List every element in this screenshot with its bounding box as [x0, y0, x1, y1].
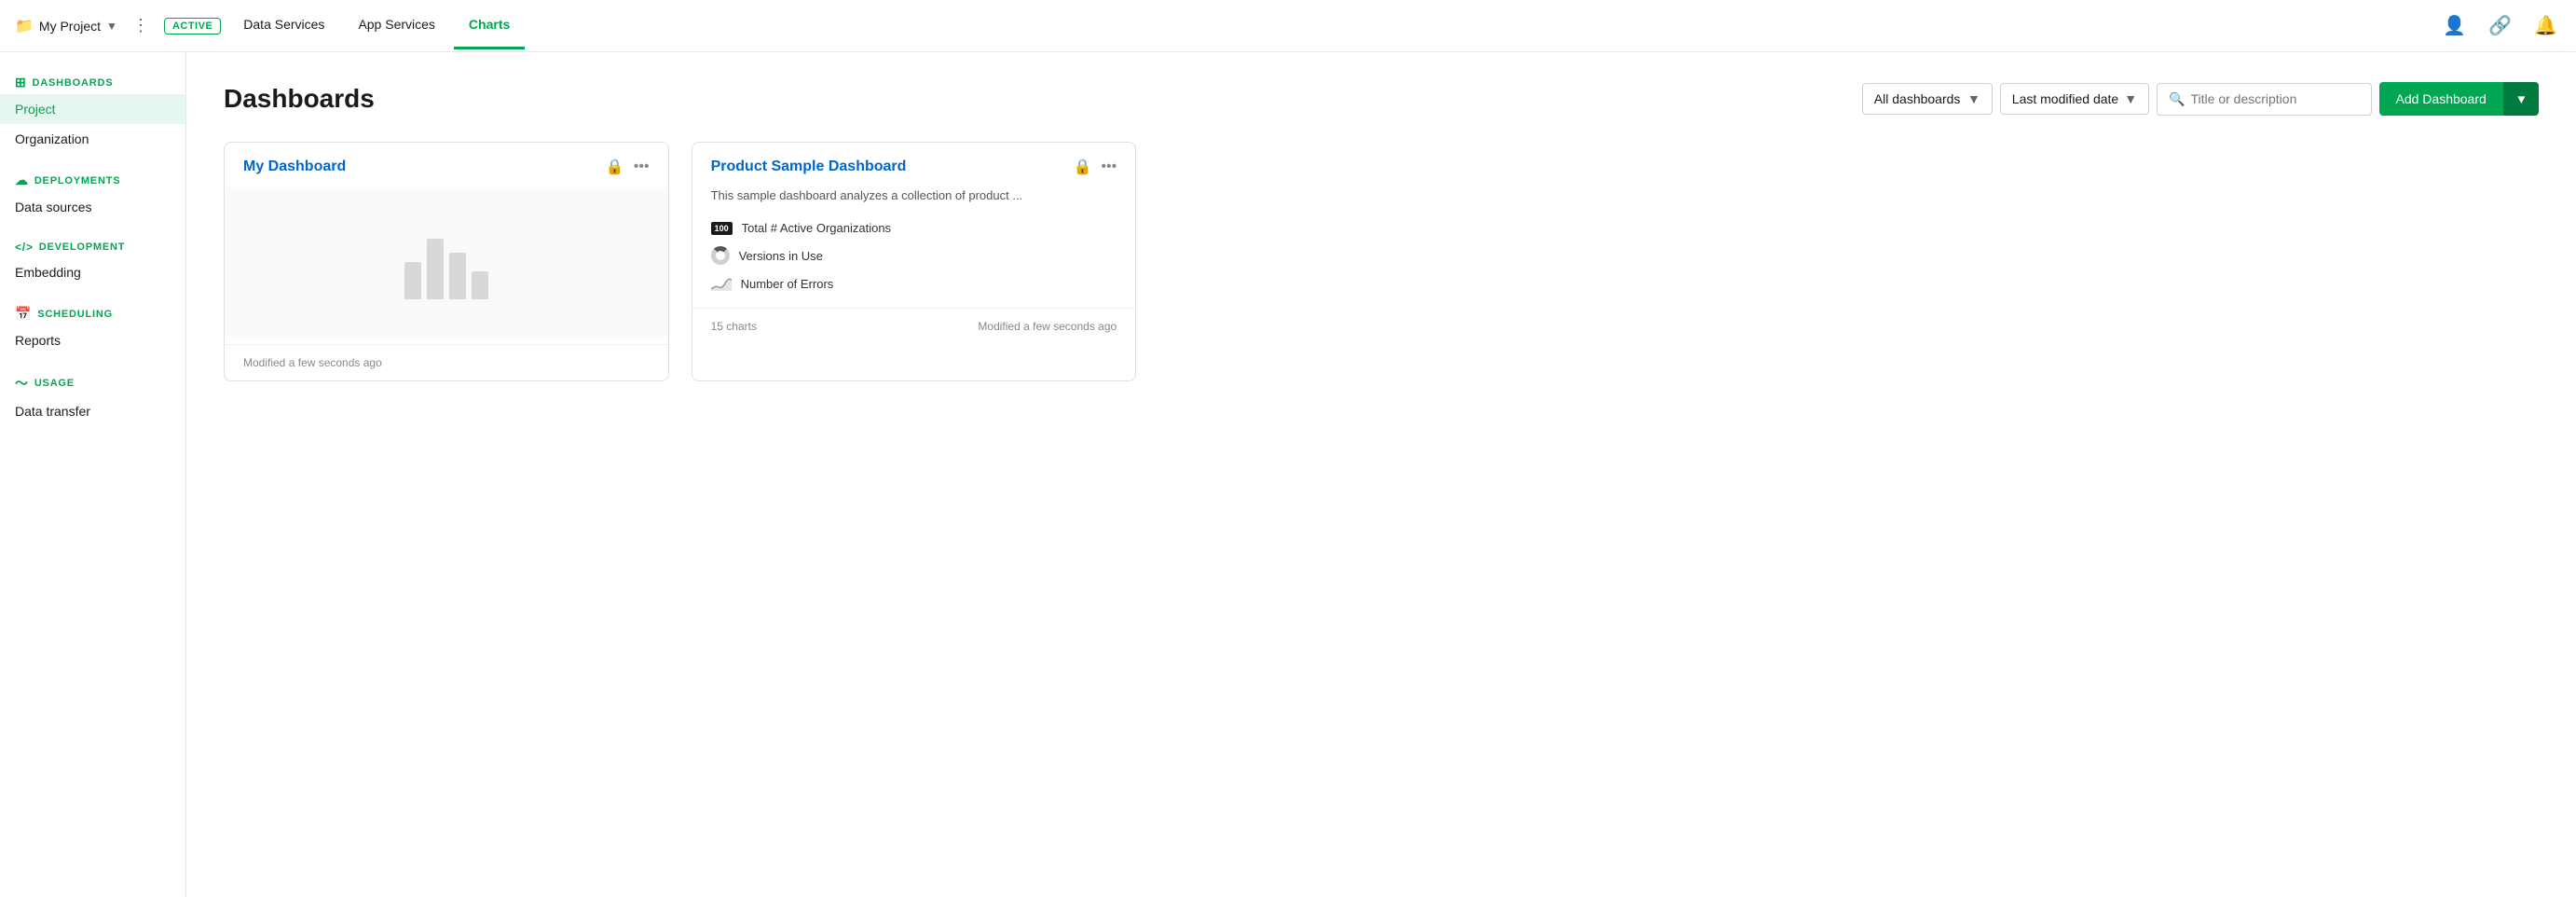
cards-grid: My Dashboard 🔒 ••• Modified a few	[224, 142, 2539, 381]
deployments-section-icon: ☁	[15, 172, 29, 188]
date-filter[interactable]: Last modified date ▼	[2000, 83, 2149, 115]
date-filter-label: Last modified date	[2012, 91, 2118, 106]
usage-section-icon: 〜	[15, 374, 29, 393]
metric-label-total-orgs: Total # Active Organizations	[742, 221, 891, 235]
donut-icon-versions	[711, 246, 730, 265]
card-modified-my-dashboard: Modified a few seconds ago	[243, 356, 382, 369]
dashboard-card-my-dashboard[interactable]: My Dashboard 🔒 ••• Modified a few	[224, 142, 669, 381]
page-title: Dashboards	[224, 84, 1847, 114]
more-icon-product-sample[interactable]: •••	[1101, 159, 1117, 175]
search-input[interactable]	[2191, 91, 2360, 106]
sidebar-item-project[interactable]: Project	[0, 94, 185, 124]
development-section-label: DEVELOPMENT	[39, 242, 126, 253]
share-icon-button[interactable]: 🔗	[2485, 10, 2515, 41]
sidebar: ⊞ DASHBOARDS Project Organization ☁ DEPL…	[0, 52, 186, 897]
metric-errors: Number of Errors	[711, 270, 1117, 297]
metric-total-orgs: 100 Total # Active Organizations	[711, 215, 1117, 241]
all-dashboards-filter[interactable]: All dashboards ▼	[1862, 83, 1993, 115]
sidebar-section-usage: 〜 USAGE	[0, 366, 185, 396]
usage-section-label: USAGE	[34, 378, 75, 389]
card-description-product-sample: This sample dashboard analyzes a collect…	[692, 187, 1136, 215]
page-header: Dashboards All dashboards ▼ Last modifie…	[224, 82, 2539, 116]
add-dashboard-button[interactable]: Add Dashboard	[2379, 82, 2503, 116]
sidebar-item-reports[interactable]: Reports	[0, 325, 185, 355]
metric-label-versions: Versions in Use	[739, 249, 823, 263]
notification-icon-button[interactable]: 🔔	[2530, 10, 2561, 41]
area-icon-errors	[711, 276, 732, 291]
more-options-button[interactable]: ⋮	[125, 12, 157, 39]
search-box[interactable]: 🔍	[2157, 83, 2371, 116]
nav-link-app-services[interactable]: App Services	[343, 2, 449, 49]
card-header-my-dashboard: My Dashboard 🔒 •••	[225, 143, 668, 187]
sidebar-item-embedding[interactable]: Embedding	[0, 257, 185, 287]
card-actions-my-dashboard: 🔒 •••	[606, 158, 650, 176]
bar-chart-placeholder	[404, 225, 488, 299]
user-icon-button[interactable]: 👤	[2439, 10, 2470, 41]
filter-bar: All dashboards ▼ Last modified date ▼ 🔍 …	[1862, 82, 2539, 116]
sidebar-section-scheduling: 📅 SCHEDULING	[0, 298, 185, 325]
lock-icon-my-dashboard: 🔒	[606, 158, 624, 176]
nav-link-data-services[interactable]: Data Services	[228, 2, 339, 49]
card-title-my-dashboard: My Dashboard	[243, 159, 346, 175]
search-icon: 🔍	[2169, 91, 2185, 107]
card-modified-product-sample: Modified a few seconds ago	[978, 320, 1117, 333]
top-nav: 📁 My Project ▼ ⋮ ACTIVE Data Services Ap…	[0, 0, 2576, 52]
add-dashboard-label: Add Dashboard	[2396, 91, 2487, 106]
dashboard-card-product-sample[interactable]: Product Sample Dashboard 🔒 ••• This samp…	[692, 142, 1137, 381]
metric-label-errors: Number of Errors	[741, 277, 834, 291]
sidebar-item-data-transfer[interactable]: Data transfer	[0, 396, 185, 426]
card-charts-count: 15 charts	[711, 320, 757, 333]
nav-links: Data Services App Services Charts	[228, 2, 525, 49]
layout: ⊞ DASHBOARDS Project Organization ☁ DEPL…	[0, 52, 2576, 897]
sidebar-item-data-sources[interactable]: Data sources	[0, 192, 185, 222]
sidebar-section-deployments: ☁ DEPLOYMENTS	[0, 165, 185, 192]
card-header-product-sample: Product Sample Dashboard 🔒 •••	[692, 143, 1136, 187]
sidebar-item-organization[interactable]: Organization	[0, 124, 185, 154]
scheduling-section-icon: 📅	[15, 306, 32, 322]
more-icon-my-dashboard[interactable]: •••	[634, 159, 650, 175]
scheduling-section-label: SCHEDULING	[37, 309, 113, 320]
project-name: My Project	[39, 19, 101, 34]
card-footer-product-sample: 15 charts Modified a few seconds ago	[692, 308, 1136, 344]
all-dashboards-label: All dashboards	[1874, 91, 1961, 106]
project-dropdown-arrow: ▼	[106, 20, 117, 33]
sidebar-section-development: </> DEVELOPMENT	[0, 233, 185, 257]
sidebar-section-dashboards: ⊞ DASHBOARDS	[0, 67, 185, 94]
card-actions-product-sample: 🔒 •••	[1073, 158, 1117, 176]
dashboards-section-icon: ⊞	[15, 75, 27, 90]
add-dashboard-group: Add Dashboard ▼	[2379, 82, 2540, 116]
card-metrics-product-sample: 100 Total # Active Organizations Version…	[692, 215, 1136, 300]
card-title-product-sample: Product Sample Dashboard	[711, 159, 907, 175]
development-section-icon: </>	[15, 241, 34, 254]
bar-4	[472, 271, 488, 299]
metric-versions: Versions in Use	[711, 241, 1117, 270]
main-content: Dashboards All dashboards ▼ Last modifie…	[186, 52, 2576, 897]
active-status-badge: ACTIVE	[164, 18, 221, 34]
metric-icon-100: 100	[711, 222, 733, 235]
bar-1	[404, 262, 421, 299]
lock-icon-product-sample: 🔒	[1073, 158, 1091, 176]
nav-icons: 👤 🔗 🔔	[2439, 10, 2561, 41]
bar-3	[449, 253, 466, 299]
add-dashboard-dropdown-button[interactable]: ▼	[2503, 82, 2539, 116]
dashboards-section-label: DASHBOARDS	[33, 77, 114, 89]
card-preview-my-dashboard	[225, 187, 668, 337]
project-selector[interactable]: 📁 My Project ▼	[15, 17, 117, 35]
deployments-section-label: DEPLOYMENTS	[34, 175, 121, 186]
card-footer-my-dashboard: Modified a few seconds ago	[225, 344, 668, 380]
bar-2	[427, 239, 444, 299]
nav-link-charts[interactable]: Charts	[454, 2, 525, 49]
all-dashboards-caret: ▼	[1967, 91, 1980, 106]
add-dashboard-dropdown-icon: ▼	[2515, 92, 2528, 106]
folder-icon: 📁	[15, 17, 34, 35]
date-filter-caret: ▼	[2124, 91, 2137, 106]
